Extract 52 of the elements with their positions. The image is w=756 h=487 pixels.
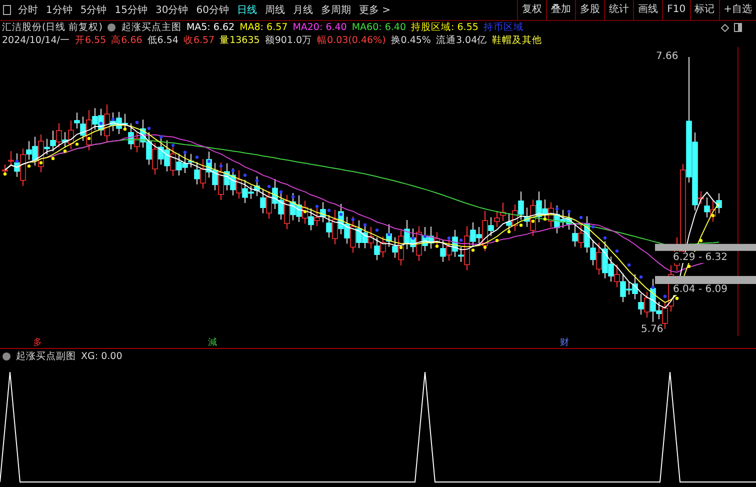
date-text: 2024/10/14/一 bbox=[2, 34, 70, 47]
indicator-value: MA60: 6.40 bbox=[352, 22, 406, 33]
period-tab[interactable]: 15分钟 bbox=[110, 3, 152, 17]
period-tab[interactable]: 60分钟 bbox=[192, 3, 233, 17]
stock-title: 汇洁股份(日线 前复权) bbox=[2, 21, 102, 34]
quote-value: 低6.54 bbox=[147, 34, 178, 47]
signal-marker: 财 bbox=[560, 336, 569, 349]
indicator-value: MA20: 6.40 bbox=[292, 22, 347, 33]
square-icon bbox=[3, 5, 11, 15]
indicator-name: 起涨买点主图 bbox=[121, 21, 182, 34]
toolbar-button[interactable]: 标记 bbox=[690, 0, 719, 20]
toolbar-button[interactable]: 统计 bbox=[604, 0, 634, 20]
quote-value: 高6.66 bbox=[111, 34, 142, 47]
indicator-value: 持股区域: 6.55 bbox=[411, 21, 478, 34]
period-tab[interactable]: 更多 > bbox=[354, 3, 395, 17]
quote-value: 收6.57 bbox=[183, 34, 215, 47]
period-tab[interactable]: 多周期 bbox=[316, 3, 355, 17]
quote-value: 量13635 bbox=[220, 34, 260, 47]
toolbar-button[interactable]: 叠加 bbox=[546, 0, 576, 20]
period-tab[interactable]: 周线 bbox=[260, 3, 289, 17]
quote-value: 鞋帽及其他 bbox=[492, 34, 542, 47]
quote-value: 开6.55 bbox=[74, 34, 106, 47]
diamond-icon bbox=[721, 24, 729, 32]
quote-value: 额901.0万 bbox=[264, 34, 312, 47]
low-price-label: 5.76 bbox=[640, 324, 664, 335]
indicator-value: XG: 0.00 bbox=[81, 351, 122, 362]
toolbar-button[interactable]: +自选 bbox=[718, 0, 756, 20]
toolbar-button[interactable]: 多股 bbox=[575, 0, 604, 20]
indicator-name: 起涨买点副图 bbox=[16, 350, 76, 363]
toolbar-button[interactable]: F10 bbox=[662, 0, 690, 20]
toolbar-button[interactable]: 复权 bbox=[517, 0, 546, 20]
indicator-value: 持币区域 bbox=[483, 21, 524, 34]
quote-value: 幅0.03(0.46%) bbox=[317, 34, 386, 47]
indicator-value: MA8: 6.57 bbox=[240, 22, 288, 33]
period-tab[interactable]: 日线 bbox=[232, 3, 261, 17]
circle-icon bbox=[107, 23, 116, 32]
quote-value: 换0.45% bbox=[390, 34, 431, 47]
high-price-label: 7.66 bbox=[655, 51, 680, 62]
window-icon bbox=[734, 23, 742, 32]
period-tab[interactable]: 1分钟 bbox=[42, 3, 76, 17]
zone-price-label: 6.04 - 6.09 bbox=[672, 284, 728, 295]
circle-icon bbox=[2, 352, 11, 361]
period-tab[interactable]: 5分钟 bbox=[76, 3, 111, 17]
quote-value: 流通3.04亿 bbox=[436, 34, 488, 47]
toolbar-button[interactable]: 画线 bbox=[633, 0, 662, 20]
zone-price-label: 6.29 - 6.32 bbox=[672, 252, 728, 263]
indicator-value: MA5: 6.62 bbox=[186, 22, 235, 33]
signal-marker: 多 bbox=[33, 336, 42, 349]
period-tab[interactable]: 分时 bbox=[14, 3, 42, 17]
period-tab[interactable]: 月线 bbox=[288, 3, 317, 17]
signal-marker: 減 bbox=[208, 336, 217, 349]
period-tab[interactable]: 30分钟 bbox=[151, 3, 192, 17]
